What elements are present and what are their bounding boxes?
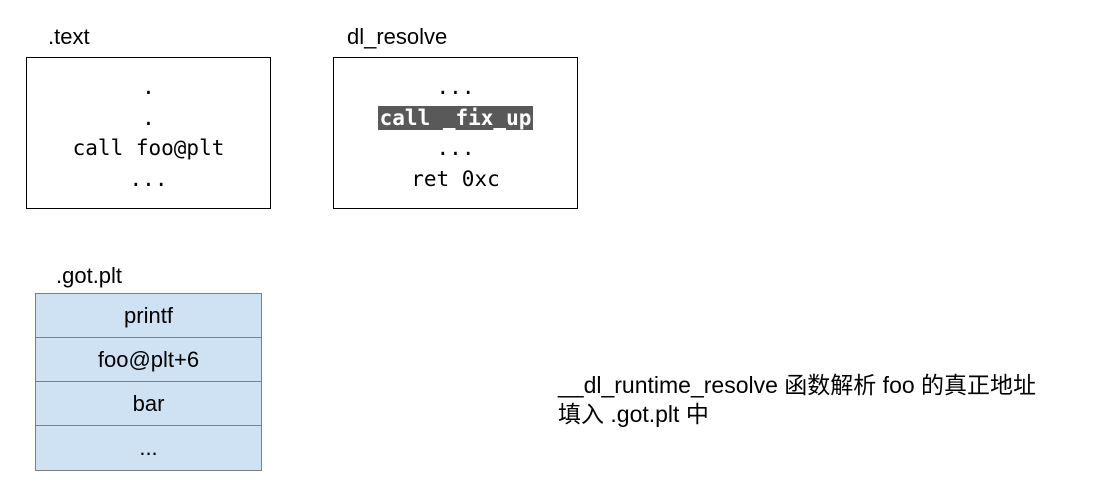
code-line: . (142, 75, 155, 99)
explanation-note: __dl_runtime_resolve 函数解析 foo 的真正地址 填入 .… (558, 371, 1036, 429)
code-line: ret 0xc (411, 166, 500, 191)
text-section-box: . . call foo@plt ... (26, 57, 271, 209)
code-line: ... (129, 166, 168, 191)
code-line: ... (436, 136, 475, 160)
got-row: ... (139, 435, 158, 460)
got-plt-table: printf foo@plt+6 bar ... (35, 293, 262, 471)
note-line-1: __dl_runtime_resolve 函数解析 foo 的真正地址 (558, 372, 1037, 398)
note-line-2: 填入 .got.plt 中 (558, 401, 709, 427)
code-line: call foo@plt (72, 136, 225, 160)
got-plt-label: .got.plt (56, 263, 123, 288)
highlighted-call: call _fix_up (377, 105, 534, 130)
dl-resolve-label: dl_resolve (347, 24, 448, 49)
got-row: foo@plt+6 (36, 338, 261, 382)
dl-resolve-box: ... call _fix_up ... ret 0xc (333, 57, 578, 209)
code-line: ... (436, 75, 475, 99)
text-section-label: .text (48, 24, 90, 49)
got-row: bar (36, 382, 261, 426)
got-row: printf (36, 294, 261, 338)
code-line: . (142, 105, 155, 130)
